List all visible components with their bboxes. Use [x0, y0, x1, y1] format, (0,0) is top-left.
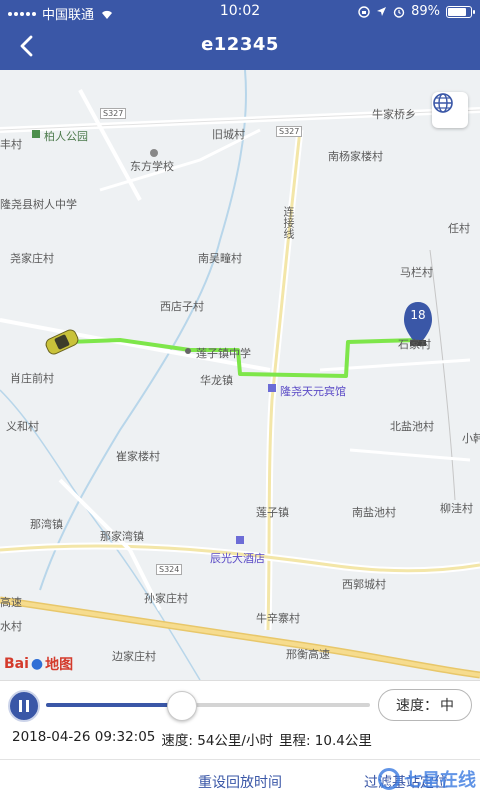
playback-speed: 速度: 54公里/小时 [161, 733, 273, 749]
map-view[interactable]: 丰村 柏人公园 旧城村 牛家桥乡 东方学校 南杨家楼村 隆尧县树人中学 连接线 … [0, 70, 480, 680]
map-label: 南吴疃村 [198, 252, 242, 265]
watermark-text: 七星在线 [404, 770, 476, 791]
road-shield: S324 [156, 564, 183, 575]
map-label: 邢衡高速 [286, 648, 330, 661]
map-label: 西郭城村 [342, 578, 386, 591]
playback-info: 2018-04-26 09:32:05 速度: 54公里/小时 里程: 10.4… [12, 729, 372, 749]
page-title: e12345 [201, 34, 279, 55]
status-bar: 中国联通 10:02 89% [0, 0, 480, 24]
playback-mileage: 里程: 10.4公里 [278, 733, 372, 749]
map-label: 南盐池村 [352, 506, 396, 519]
slider-handle[interactable] [167, 691, 198, 721]
speed-label: 速度： [396, 698, 438, 714]
marker-number: 18 [410, 308, 426, 322]
pause-icon [19, 700, 22, 712]
map-label: 华龙镇 [200, 374, 233, 387]
map-label: 西店子村 [160, 300, 204, 313]
action-bar: 重设回放时间 过滤基站定位 七星在线 [0, 759, 480, 800]
playback-panel: 速度： 中 2018-04-26 09:32:05 速度: 54公里/小时 里程… [0, 680, 480, 800]
watermark: 七星在线 [378, 766, 476, 792]
road-shield: S327 [276, 126, 303, 137]
hotel-icon [268, 384, 276, 392]
map-label: 连接线 [282, 206, 295, 239]
map-label: 辰光大酒店 [210, 552, 265, 565]
map-label: 旧城村 [212, 128, 245, 141]
top-bar: 中国联通 10:02 89% e12345 [0, 0, 480, 70]
map-label: 小韩 [462, 432, 480, 445]
watermark-icon [378, 768, 400, 790]
location-arrow-icon [377, 7, 387, 16]
map-label: 肖庄前村 [10, 372, 54, 385]
baidu-logo: Bai ● 地图 [4, 654, 73, 674]
road-shield: S327 [100, 108, 127, 119]
map-label: 孙家庄村 [144, 592, 188, 605]
map-label: 隆尧天元宾馆 [280, 385, 346, 398]
map-label: 牛家桥乡 [372, 108, 416, 121]
map-label: 马栏村 [400, 266, 433, 279]
map-base [0, 70, 480, 680]
alarm-icon [393, 6, 405, 18]
map-label: 隆尧县树人中学 [0, 198, 77, 211]
playback-slider[interactable] [46, 703, 370, 707]
map-label: 那湾镇 [30, 518, 63, 531]
map-label: 水村 [0, 620, 22, 633]
lock-rotation-icon [358, 5, 370, 18]
map-label: 莲子镇 [256, 506, 289, 519]
paw-icon: ● [30, 656, 44, 672]
battery-icon [446, 5, 475, 18]
speed-selector[interactable]: 速度： 中 [378, 689, 472, 721]
map-label: 北盐池村 [390, 420, 434, 433]
map-label: 牛辛寨村 [256, 612, 300, 625]
map-label: 边家庄村 [112, 650, 156, 663]
map-label: 任村 [448, 222, 470, 235]
reset-time-button[interactable]: 重设回放时间 [198, 772, 282, 792]
map-layer-button[interactable] [432, 92, 468, 128]
pause-button[interactable] [8, 690, 40, 722]
map-label: 崔家楼村 [116, 450, 160, 463]
playback-progress [46, 703, 183, 707]
baidu-logo-map: 地图 [45, 657, 74, 673]
map-label: 东方学校 [130, 160, 174, 173]
map-label: 高速 [0, 596, 22, 609]
map-label: 柏人公园 [44, 130, 88, 143]
hotel-icon [236, 536, 244, 544]
park-icon [32, 130, 40, 138]
map-label: 那家湾镇 [100, 530, 144, 543]
battery-percent: 89% [411, 4, 440, 19]
map-label: 丰村 [0, 138, 22, 151]
school-icon [150, 149, 158, 157]
map-label: 义和村 [6, 420, 39, 433]
speed-value: 中 [440, 698, 454, 714]
end-marker[interactable]: 18 [404, 302, 432, 340]
map-label: 莲子镇中学 [196, 347, 251, 360]
map-label: 柳洼村 [440, 502, 473, 515]
map-label: 南杨家楼村 [328, 150, 383, 163]
map-label: 尧家庄村 [10, 252, 54, 265]
globe-icon [433, 93, 453, 113]
playback-datetime: 2018-04-26 09:32:05 [12, 729, 156, 745]
baidu-logo-text: Bai [4, 656, 29, 672]
school-icon [185, 348, 191, 354]
